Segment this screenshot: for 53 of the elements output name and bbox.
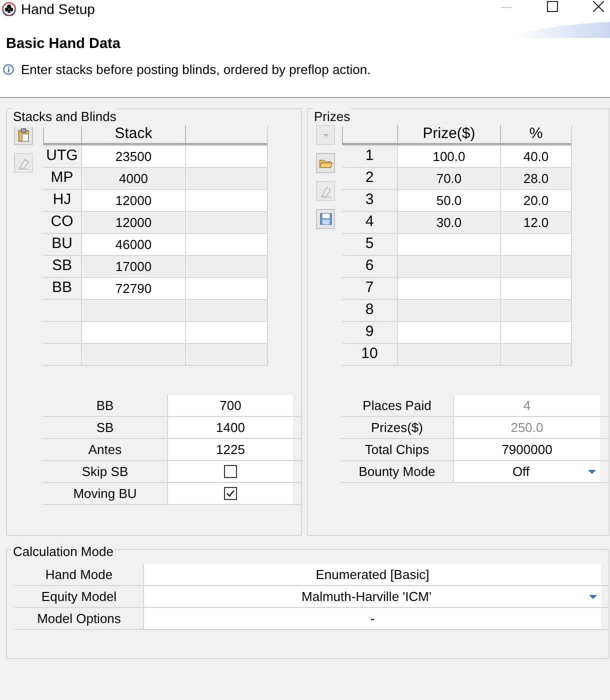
value-field[interactable]: 7900000 — [454, 439, 600, 460]
checkbox[interactable] — [224, 465, 237, 478]
caret-icon — [322, 134, 328, 136]
row-header: 2 — [364, 168, 375, 188]
table-cell: 23500 — [81, 146, 185, 167]
row-header: 6 — [364, 256, 375, 276]
value-field[interactable]: Enumerated [Basic] — [144, 564, 601, 585]
row-header: 1 — [364, 146, 375, 166]
caret-icon — [589, 594, 597, 598]
info-message: Enter stacks before posting blinds, ordered by preflop action. — [21, 61, 371, 79]
dropdown-field[interactable]: Malmuth-Harville 'ICM' — [144, 586, 601, 607]
table-cell: 46000 — [81, 234, 185, 255]
checkbox[interactable] — [224, 487, 237, 500]
caret-icon — [588, 470, 596, 474]
column-header[interactable]: Stack — [81, 125, 185, 143]
paste-button[interactable] — [14, 125, 33, 145]
table-cell: 12000 — [81, 190, 185, 211]
row-header: HJ — [52, 190, 72, 210]
group-title: Prizes — [313, 107, 352, 126]
header-title: Basic Hand Data — [6, 35, 120, 54]
row-header: 3 — [364, 190, 375, 210]
group-title: Stacks and Blinds — [12, 107, 118, 126]
row-header: BB — [50, 278, 73, 298]
save-button[interactable] — [316, 209, 335, 229]
info-icon — [3, 64, 14, 76]
row-header: 5 — [364, 234, 375, 254]
row-header: 9 — [364, 322, 375, 342]
maximize-icon[interactable] — [547, 1, 558, 12]
row-header: MP — [50, 168, 74, 188]
table-cell: 20.0 — [500, 190, 571, 211]
row-header: 8 — [364, 300, 375, 320]
clipboard-icon — [16, 127, 32, 143]
table-cell: 72790 — [81, 278, 185, 299]
row-header: SB — [50, 256, 73, 276]
table-cell: 100.0 — [397, 146, 500, 167]
value-field[interactable]: - — [144, 608, 601, 629]
row-header: BU — [50, 234, 74, 254]
value-field[interactable]: 1400 — [168, 417, 293, 438]
row-header: CO — [50, 212, 74, 232]
row-header: 7 — [364, 278, 375, 298]
row-header: 10 — [360, 344, 379, 364]
close-icon[interactable] — [593, 1, 604, 12]
column-header[interactable]: Prize($) — [397, 125, 500, 143]
row-header: 4 — [364, 212, 375, 232]
window-title: Hand Setup — [21, 2, 95, 16]
folder-button[interactable] — [316, 153, 335, 173]
value-field[interactable]: 1225 — [168, 439, 293, 460]
row-header: UTG — [45, 146, 79, 166]
table-cell: 40.0 — [500, 146, 571, 167]
value-field[interactable]: 700 — [168, 395, 293, 416]
column-header[interactable]: % — [500, 125, 571, 143]
table-cell: 50.0 — [397, 190, 500, 211]
dropdown-field[interactable]: Off — [454, 461, 600, 482]
